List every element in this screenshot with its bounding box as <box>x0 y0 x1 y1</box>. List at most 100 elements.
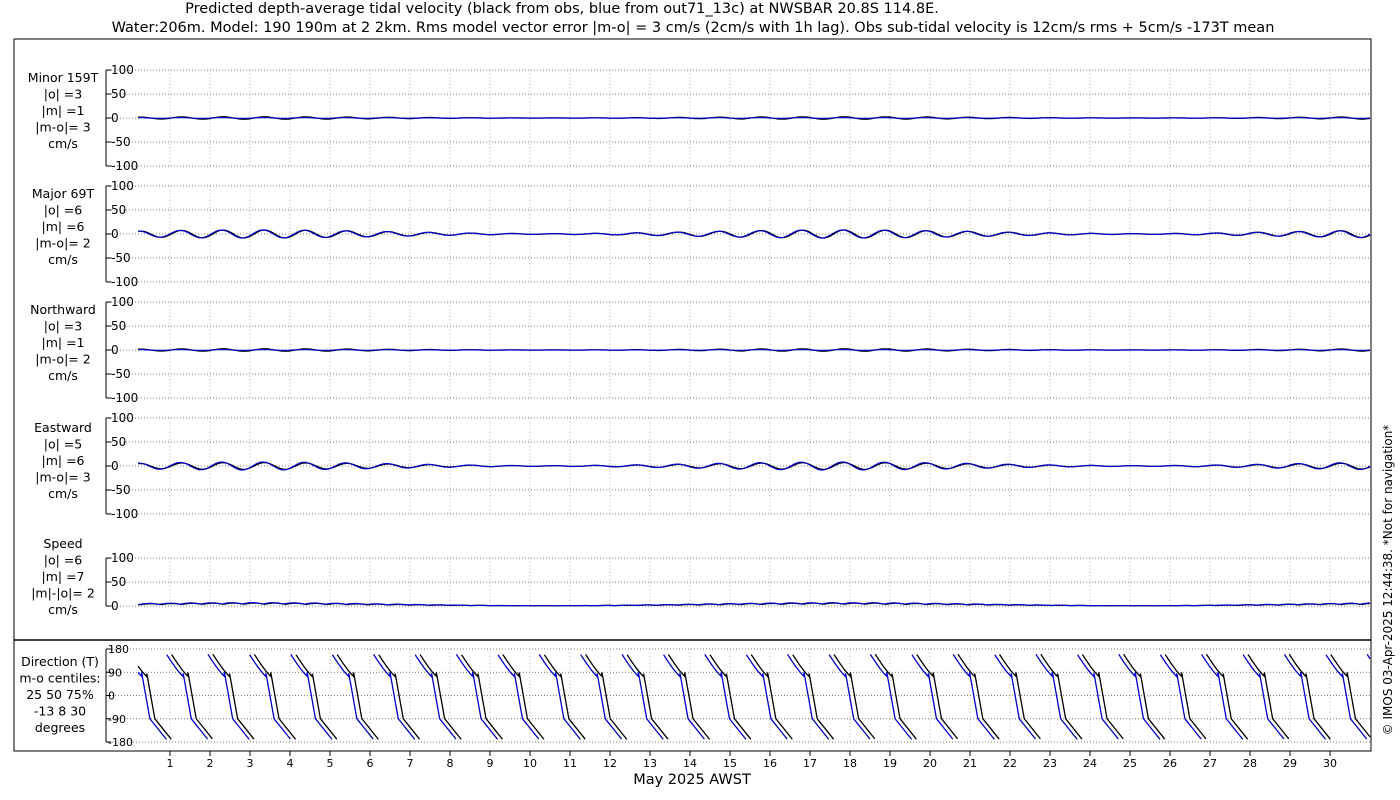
x-tick-label: 5 <box>327 757 334 770</box>
obs-direction <box>626 654 669 740</box>
y-tick-label: 50 <box>111 575 126 589</box>
obs-direction <box>916 654 959 740</box>
model-direction <box>994 654 1037 740</box>
panel-label-line: |m-o|= 3 <box>35 120 90 135</box>
obs-direction <box>419 654 462 740</box>
model-direction <box>455 654 499 740</box>
y-tick-label: 100 <box>111 295 134 309</box>
x-tick-label: 9 <box>487 757 494 770</box>
panel-label-line: |m-o|= 3 <box>35 470 90 485</box>
x-axis: 1 2 3 4 5 6 7 8 9 10 11 12 13 14 15 16 17 18 19 20 21 22 23 24 2… <box>138 750 1370 770</box>
y-tick-label: -50 <box>111 251 131 265</box>
obs-direction <box>667 654 711 740</box>
y-tick-label: 100 <box>111 411 134 425</box>
panel-label-line: |o| =3 <box>44 87 82 102</box>
x-tick-label: 8 <box>447 757 454 770</box>
direction-label-line: m-o centiles: <box>19 671 100 686</box>
y-tick-label: 0 <box>108 690 115 703</box>
x-tick-label: 15 <box>723 757 737 770</box>
model-direction <box>1366 654 1371 660</box>
y-tick-label: 0 <box>111 111 119 125</box>
x-tick-label: 16 <box>763 757 777 770</box>
x-tick-label: 4 <box>287 757 294 770</box>
panel-label-line: cm/s <box>48 602 78 617</box>
x-tick-label: 17 <box>803 757 817 770</box>
y-tick-label: 0 <box>111 343 119 357</box>
y-tick-label: -100 <box>111 275 138 289</box>
panel-label-line: Major 69T <box>32 186 95 201</box>
panel-label-line: |m| =7 <box>42 569 85 584</box>
y-tick-label: -100 <box>111 391 138 405</box>
panel-label-line: |m| =6 <box>42 453 85 468</box>
obs-direction <box>1040 653 1083 740</box>
panel-4: 100 50 0 -50 -100 Eastward |o| =5|m| =6 |m-o|= … <box>34 411 1371 521</box>
model-direction <box>497 654 540 740</box>
panel-1: 100 50 0 -50 -100 Minor 159T |o| =3|m| =1 |m-o|… <box>28 63 1371 173</box>
obs-direction <box>1288 653 1331 740</box>
obs-direction <box>295 654 338 740</box>
panel-label-line: |m| =6 <box>42 219 85 234</box>
x-tick-label: 3 <box>247 757 254 770</box>
model-direction <box>952 654 995 740</box>
x-tick-label: 24 <box>1083 757 1097 770</box>
obs-direction <box>874 653 917 740</box>
model-direction <box>745 654 788 740</box>
y-tick-label: 0 <box>111 227 119 241</box>
x-tick-label: 10 <box>523 757 537 770</box>
x-tick-label: 21 <box>963 757 977 770</box>
outer-frame <box>13 38 1372 752</box>
model-direction <box>869 654 913 740</box>
panel-3: 100 50 0 -50 -100 Northward |o| =3|m| =1 |m-o|=… <box>30 295 1371 405</box>
panel-label-line: |o| =3 <box>44 319 82 334</box>
panel-label-line: |m| =1 <box>42 103 85 118</box>
panel-label-line: Speed <box>43 536 82 551</box>
model-direction <box>787 654 830 740</box>
model-direction <box>538 654 581 740</box>
model-direction <box>331 654 374 740</box>
chart-title-line2: Water:206m. Model: 190 190m at 2 2km. Rm… <box>112 20 1275 36</box>
model-direction <box>828 654 871 740</box>
obs-direction <box>253 654 297 740</box>
model-direction <box>621 654 664 740</box>
panel-2: 100 50 0 -50 -100 Major 69T |o| =6|m| =6 |m-o|=… <box>32 179 1371 289</box>
panel-label-line: |m| =1 <box>42 335 85 350</box>
y-tick-label: -50 <box>111 135 131 149</box>
obs-direction <box>1247 654 1290 740</box>
model-direction <box>1035 654 1078 740</box>
model-direction <box>1201 654 1244 740</box>
model-direction <box>1242 654 1285 740</box>
x-tick-label: 18 <box>843 757 857 770</box>
x-tick-label: 13 <box>643 757 657 770</box>
obs-direction <box>1081 654 1124 740</box>
y-tick-label: -180 <box>108 736 133 749</box>
y-tick-label: -50 <box>111 483 131 497</box>
x-tick-label: 27 <box>1203 757 1217 770</box>
panel-label-line: |m-o|= 2 <box>35 352 90 367</box>
panel-label-line: |m|-|o|= 2 <box>31 586 95 601</box>
x-tick-label: 30 <box>1323 757 1337 770</box>
y-tick-label: -100 <box>111 507 138 521</box>
model-direction <box>1118 654 1161 740</box>
x-tick-label: 20 <box>923 757 937 770</box>
direction-label-line: Direction (T) <box>21 654 99 669</box>
direction-label-line: -13 8 30 <box>34 704 86 719</box>
x-tick-label: 12 <box>603 757 617 770</box>
obs-direction <box>792 654 835 740</box>
obs-direction <box>1164 654 1207 740</box>
x-tick-label: 11 <box>563 757 577 770</box>
x-tick-label: 2 <box>207 757 214 770</box>
x-tick-label: 14 <box>683 757 697 770</box>
model-direction <box>290 654 333 740</box>
panel-label-line: cm/s <box>48 368 78 383</box>
panel-label-line: Eastward <box>34 420 92 435</box>
chart-title-line1: Predicted depth-average tidal velocity (… <box>185 1 939 17</box>
model-direction <box>911 654 954 740</box>
x-axis-label: May 2025 AWST <box>633 772 751 788</box>
model-direction <box>373 654 416 740</box>
panel-label-line: |m-o|= 2 <box>35 236 90 251</box>
y-tick-label: 100 <box>111 551 134 565</box>
y-tick-label: 50 <box>111 203 126 217</box>
obs-direction <box>750 654 793 740</box>
direction-label-line: 25 50 75% <box>26 687 94 702</box>
model-direction <box>663 654 705 740</box>
